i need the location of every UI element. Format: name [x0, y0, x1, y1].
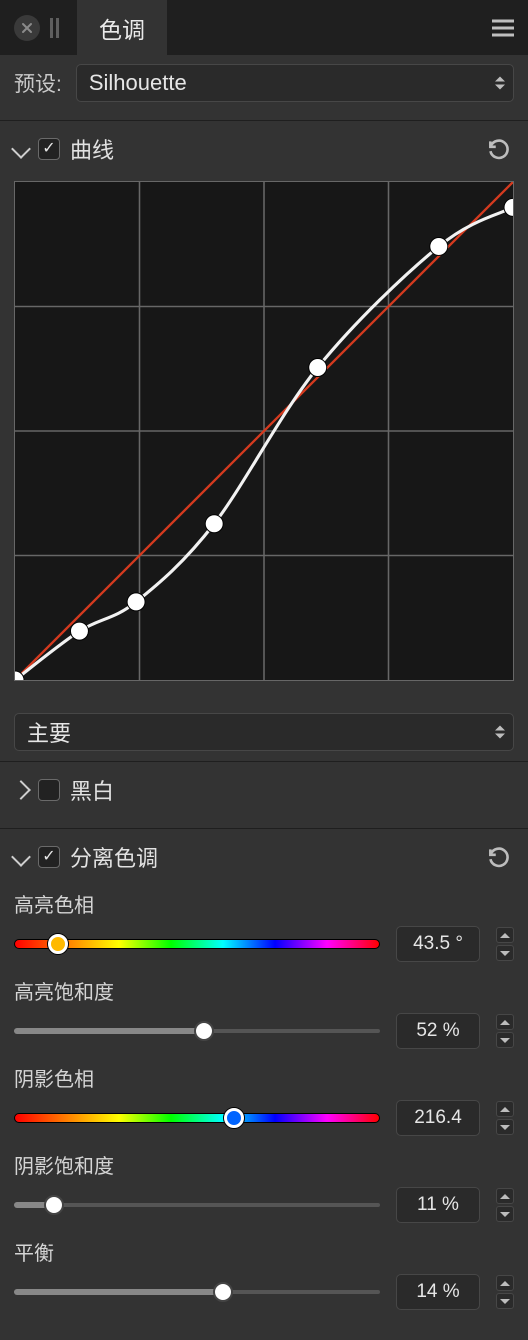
stepper-up-button[interactable] — [496, 927, 514, 943]
pause-icon[interactable] — [50, 18, 59, 38]
curves-reset-button[interactable] — [484, 134, 514, 164]
slider-highlight-hue[interactable] — [14, 931, 380, 957]
value-display[interactable]: 11 % — [396, 1187, 480, 1223]
stepper — [496, 1188, 514, 1222]
curves-title: 曲线 — [70, 133, 114, 165]
stepper — [496, 927, 514, 961]
split-title: 分离色调 — [70, 841, 158, 873]
control-label: 高亮色相 — [14, 889, 514, 918]
panel-header: 色调 — [0, 0, 528, 55]
curve-point[interactable] — [504, 198, 514, 216]
stepper-down-button[interactable] — [496, 1119, 514, 1135]
reset-icon — [486, 844, 512, 870]
slider-thumb[interactable] — [213, 1282, 233, 1302]
control-balance: 平衡 14 % — [14, 1237, 514, 1310]
tab-tone[interactable]: 色调 — [77, 0, 167, 55]
curve-point[interactable] — [309, 359, 327, 377]
preset-row: 预设: Silhouette — [0, 55, 528, 110]
close-button[interactable] — [14, 15, 40, 41]
curve-point[interactable] — [127, 593, 145, 611]
stepper-icon — [495, 726, 505, 739]
curves-enable-checkbox[interactable] — [38, 138, 60, 160]
stepper-up-button[interactable] — [496, 1188, 514, 1204]
bw-enable-checkbox[interactable] — [38, 779, 60, 801]
curves-graph[interactable] — [14, 181, 514, 681]
value-display[interactable]: 14 % — [396, 1274, 480, 1310]
chevron-down-icon[interactable] — [11, 139, 31, 159]
value-display[interactable]: 43.5 ° — [396, 926, 480, 962]
close-icon — [21, 22, 33, 34]
slider-shadow-saturation[interactable] — [14, 1192, 380, 1218]
slider-shadow-hue[interactable] — [14, 1105, 380, 1131]
curve-point[interactable] — [70, 622, 88, 640]
control-label: 高亮饱和度 — [14, 976, 514, 1005]
chevron-right-icon[interactable] — [11, 780, 31, 800]
section-curves: 曲线 主要 — [0, 120, 528, 751]
slider-highlight-saturation[interactable] — [14, 1018, 380, 1044]
section-header-curves: 曲线 — [14, 121, 514, 177]
hamburger-icon — [492, 19, 514, 22]
stepper — [496, 1014, 514, 1048]
slider-thumb[interactable] — [224, 1108, 244, 1128]
stepper-down-button[interactable] — [496, 1293, 514, 1309]
section-header-split: 分离色调 — [14, 829, 514, 885]
stepper-up-button[interactable] — [496, 1275, 514, 1291]
control-label: 平衡 — [14, 1237, 514, 1266]
slider-thumb[interactable] — [44, 1195, 64, 1215]
control-shadow-saturation: 阴影饱和度 11 % — [14, 1150, 514, 1223]
curve-point[interactable] — [205, 515, 223, 533]
control-highlight-hue: 高亮色相 43.5 ° — [14, 889, 514, 962]
slider-thumb[interactable] — [48, 934, 68, 954]
curve-point[interactable] — [430, 237, 448, 255]
stepper-down-button[interactable] — [496, 945, 514, 961]
bw-title: 黑白 — [70, 774, 114, 806]
reset-icon — [486, 136, 512, 162]
slider-balance[interactable] — [14, 1279, 380, 1305]
curves-channel-value: 主要 — [27, 716, 71, 748]
section-bw: 黑白 — [0, 761, 528, 818]
value-display[interactable]: 216.4 — [396, 1100, 480, 1136]
slider-thumb[interactable] — [194, 1021, 214, 1041]
section-header-bw: 黑白 — [14, 762, 514, 818]
stepper-up-button[interactable] — [496, 1101, 514, 1117]
curves-channel-select[interactable]: 主要 — [14, 713, 514, 751]
stepper — [496, 1101, 514, 1135]
stepper-icon — [495, 76, 505, 89]
control-label: 阴影色相 — [14, 1063, 514, 1092]
stepper-up-button[interactable] — [496, 1014, 514, 1030]
chevron-down-icon[interactable] — [11, 847, 31, 867]
stepper-down-button[interactable] — [496, 1206, 514, 1222]
stepper-down-button[interactable] — [496, 1032, 514, 1048]
section-split-toning: 分离色调 高亮色相 43.5 ° 高亮饱和度 — [0, 828, 528, 1330]
preset-label: 预设: — [14, 68, 62, 98]
control-label: 阴影饱和度 — [14, 1150, 514, 1179]
control-shadow-hue: 阴影色相 216.4 — [14, 1063, 514, 1136]
stepper — [496, 1275, 514, 1309]
menu-button[interactable] — [492, 19, 514, 36]
preset-value: Silhouette — [89, 70, 187, 96]
control-highlight-saturation: 高亮饱和度 52 % — [14, 976, 514, 1049]
split-reset-button[interactable] — [484, 842, 514, 872]
split-enable-checkbox[interactable] — [38, 846, 60, 868]
value-display[interactable]: 52 % — [396, 1013, 480, 1049]
curves-editor[interactable] — [14, 177, 514, 697]
preset-select[interactable]: Silhouette — [76, 64, 514, 102]
